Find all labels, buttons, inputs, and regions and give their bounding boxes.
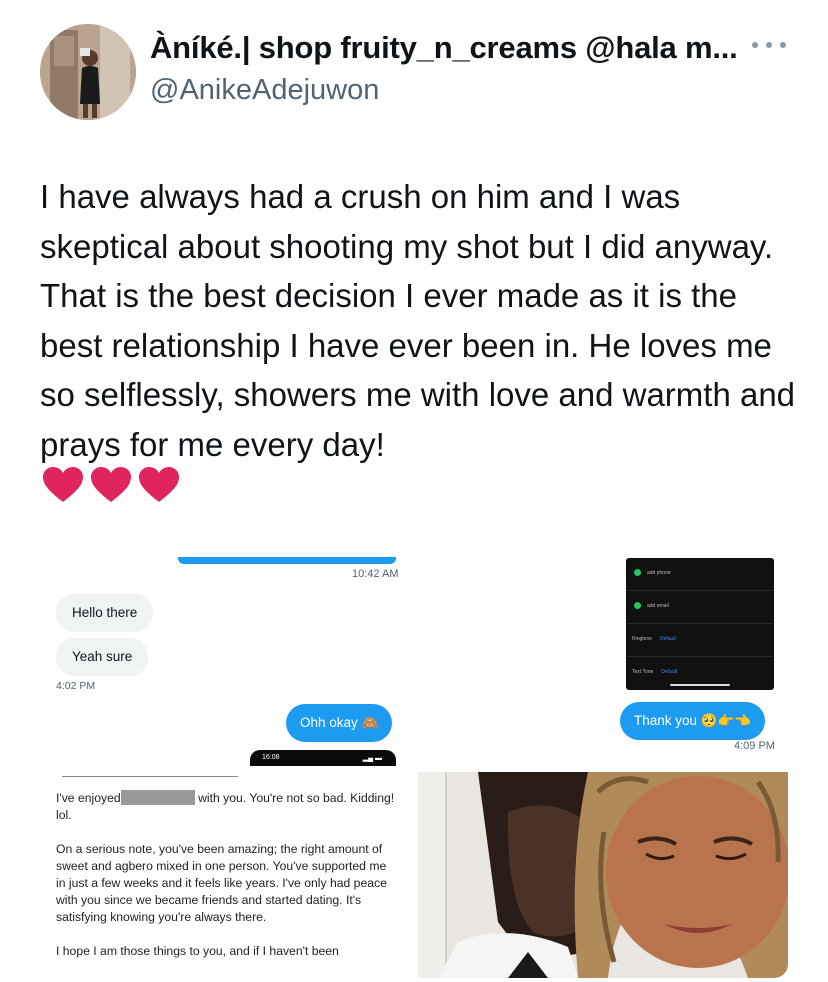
- letter-paragraph: On a serious note, you've been amazing; …: [56, 842, 387, 924]
- profile-photo-icon: [40, 24, 136, 120]
- couple-selfie-photo-icon: [418, 772, 788, 978]
- home-indicator: [670, 684, 730, 686]
- message-timestamp: 4:09 PM: [734, 740, 775, 752]
- letter-text: I've enjoyed with you. You're not so bad…: [56, 790, 396, 977]
- red-heart-icon: [91, 467, 131, 502]
- tweet-media-grid: 10:42 AM Hello there Yeah sure 4:02 PM O…: [40, 544, 788, 982]
- author-handle[interactable]: @AnikeAdejuwon: [150, 74, 379, 107]
- settings-row-value: Default: [660, 636, 676, 642]
- add-icon: [634, 602, 641, 609]
- sent-message: Ohh okay 🙈: [286, 704, 393, 742]
- sent-message: Thank you 🥺👉👈: [620, 702, 766, 740]
- add-icon: [634, 569, 641, 576]
- phone-status-bar: 16:08 ▂▄ ▬: [250, 750, 396, 766]
- settings-row: add phone: [626, 558, 774, 591]
- more-options-icon[interactable]: [752, 36, 786, 54]
- media-chat-screenshot[interactable]: 10:42 AM Hello there Yeah sure 4:02 PM O…: [40, 544, 408, 766]
- settings-row-value: Default: [661, 669, 678, 675]
- settings-row: add email: [626, 591, 774, 624]
- message-timestamp: 10:42 AM: [352, 568, 399, 580]
- settings-row: Ringtone Default: [626, 624, 774, 657]
- settings-row-label: Text Tone: [632, 669, 654, 675]
- red-heart-icon: [43, 467, 83, 502]
- author-avatar[interactable]: [40, 24, 136, 120]
- media-settings-screenshot[interactable]: add phone add email Ringtone Default Text…: [600, 544, 788, 766]
- message-timestamp: 4:02 PM: [56, 680, 96, 692]
- received-message: Yeah sure: [56, 638, 149, 676]
- letter-text-segment: I've enjoyed: [56, 791, 121, 805]
- author-display-name[interactable]: Àníké.| shop fruity_n_creams @hala m...: [150, 30, 738, 66]
- settings-row-label: Ringtone: [632, 636, 653, 642]
- signal-battery-icon: ▂▄ ▬: [362, 755, 382, 762]
- divider: [62, 776, 238, 777]
- settings-row-label: add phone: [647, 570, 671, 576]
- red-heart-icon: [139, 467, 179, 502]
- heart-emojis: [42, 466, 180, 504]
- tweet-text: I have always had a crush on him and I w…: [40, 178, 796, 463]
- status-time: 16:08: [262, 754, 280, 761]
- phone-settings-screen: add phone add email Ringtone Default Text…: [626, 558, 774, 690]
- redacted-block: [120, 790, 195, 805]
- media-couple-photo[interactable]: [418, 772, 788, 978]
- letter-paragraph: I hope I am those things to you, and if …: [56, 944, 339, 958]
- media-letter-screenshot[interactable]: I've enjoyed with you. You're not so bad…: [40, 772, 408, 982]
- sent-bubble-edge: [178, 557, 396, 564]
- settings-row-label: add email: [647, 603, 669, 609]
- received-message: Hello there: [56, 594, 154, 632]
